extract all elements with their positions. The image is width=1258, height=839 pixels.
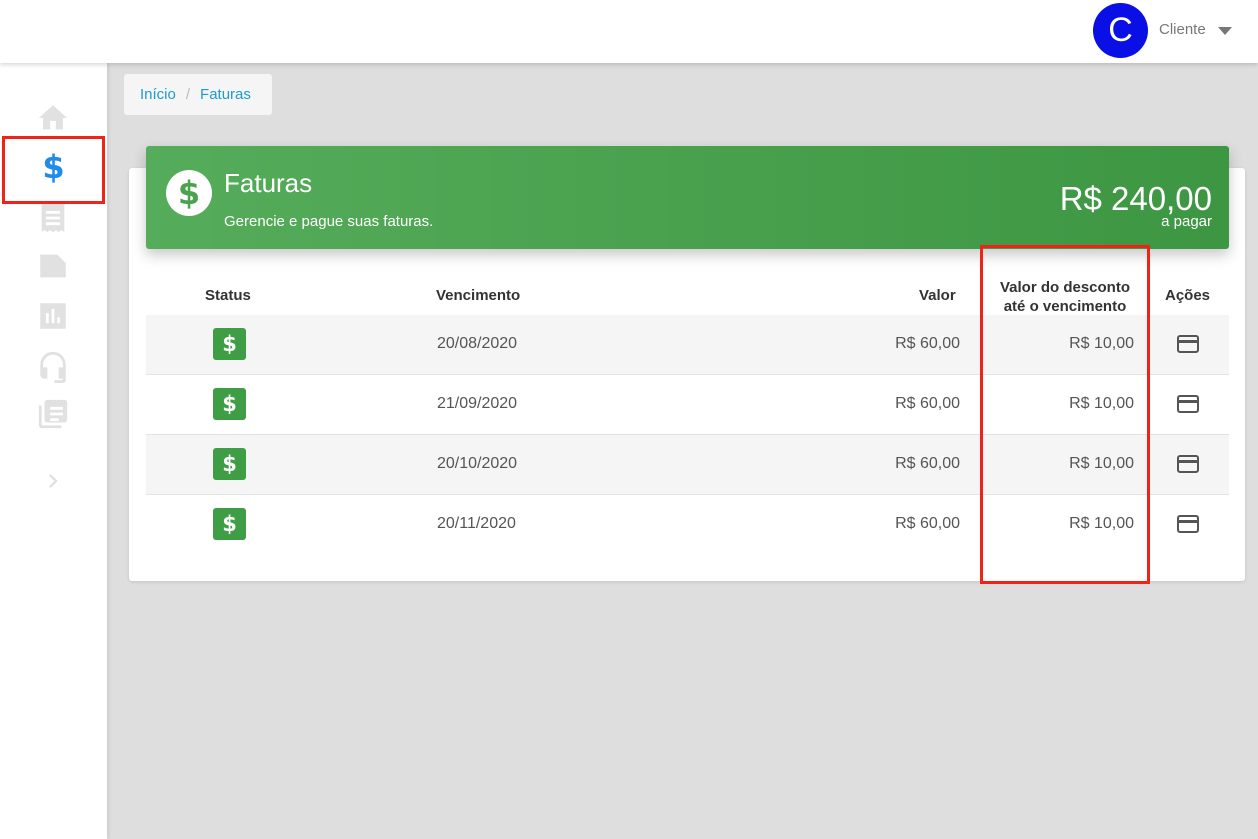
credit-card-icon[interactable]	[1177, 515, 1199, 533]
column-header-due: Vencimento	[436, 287, 521, 304]
sidebar-active-highlight	[2, 136, 105, 204]
due-date: 20/10/2020	[437, 455, 518, 472]
invoice-value: R$ 60,00	[895, 515, 960, 532]
dollar-circle-icon: $	[166, 170, 212, 216]
credit-card-icon[interactable]	[1177, 395, 1199, 413]
user-avatar[interactable]: C	[1093, 3, 1148, 58]
column-header-actions: Ações	[1165, 287, 1211, 304]
breadcrumb-separator: /	[185, 86, 191, 103]
due-date: 20/11/2020	[437, 515, 516, 532]
status-paid-icon[interactable]: $	[213, 448, 246, 480]
headset-icon[interactable]	[34, 348, 72, 384]
due-date: 21/09/2020	[437, 395, 518, 412]
status-paid-icon[interactable]: $	[213, 328, 246, 360]
home-icon[interactable]	[34, 100, 72, 136]
caret-down-icon[interactable]	[1218, 27, 1232, 35]
breadcrumb-current-link[interactable]: Faturas	[200, 86, 251, 103]
credit-card-icon[interactable]	[1177, 335, 1199, 353]
status-paid-icon[interactable]: $	[213, 388, 246, 420]
discount-column-highlight	[980, 245, 1150, 584]
top-bar: C Cliente	[0, 0, 1258, 63]
page-subtitle: Gerencie e pague suas faturas.	[224, 213, 434, 230]
chart-icon[interactable]	[34, 298, 72, 334]
due-date: 20/08/2020	[437, 335, 518, 352]
breadcrumb: Início / Faturas	[124, 74, 272, 115]
invoice-value: R$ 60,00	[895, 455, 960, 472]
invoice-value: R$ 60,00	[895, 395, 960, 412]
invoice-value: R$ 60,00	[895, 335, 960, 352]
total-amount-label: a pagar	[1161, 213, 1212, 230]
library-icon[interactable]	[34, 396, 72, 432]
page-title: Faturas	[224, 168, 313, 198]
chevron-right-icon[interactable]	[34, 463, 72, 499]
receipt-icon[interactable]	[34, 200, 72, 236]
user-name[interactable]: Cliente	[1159, 21, 1206, 38]
status-paid-icon[interactable]: $	[213, 508, 246, 540]
breadcrumb-home-link[interactable]: Início	[140, 86, 176, 103]
column-header-status: Status	[205, 287, 251, 304]
invoices-header: $ Faturas Gerencie e pague suas faturas.…	[146, 146, 1229, 249]
column-header-value: Valor	[919, 287, 956, 304]
note-icon[interactable]	[34, 248, 72, 284]
credit-card-icon[interactable]	[1177, 455, 1199, 473]
